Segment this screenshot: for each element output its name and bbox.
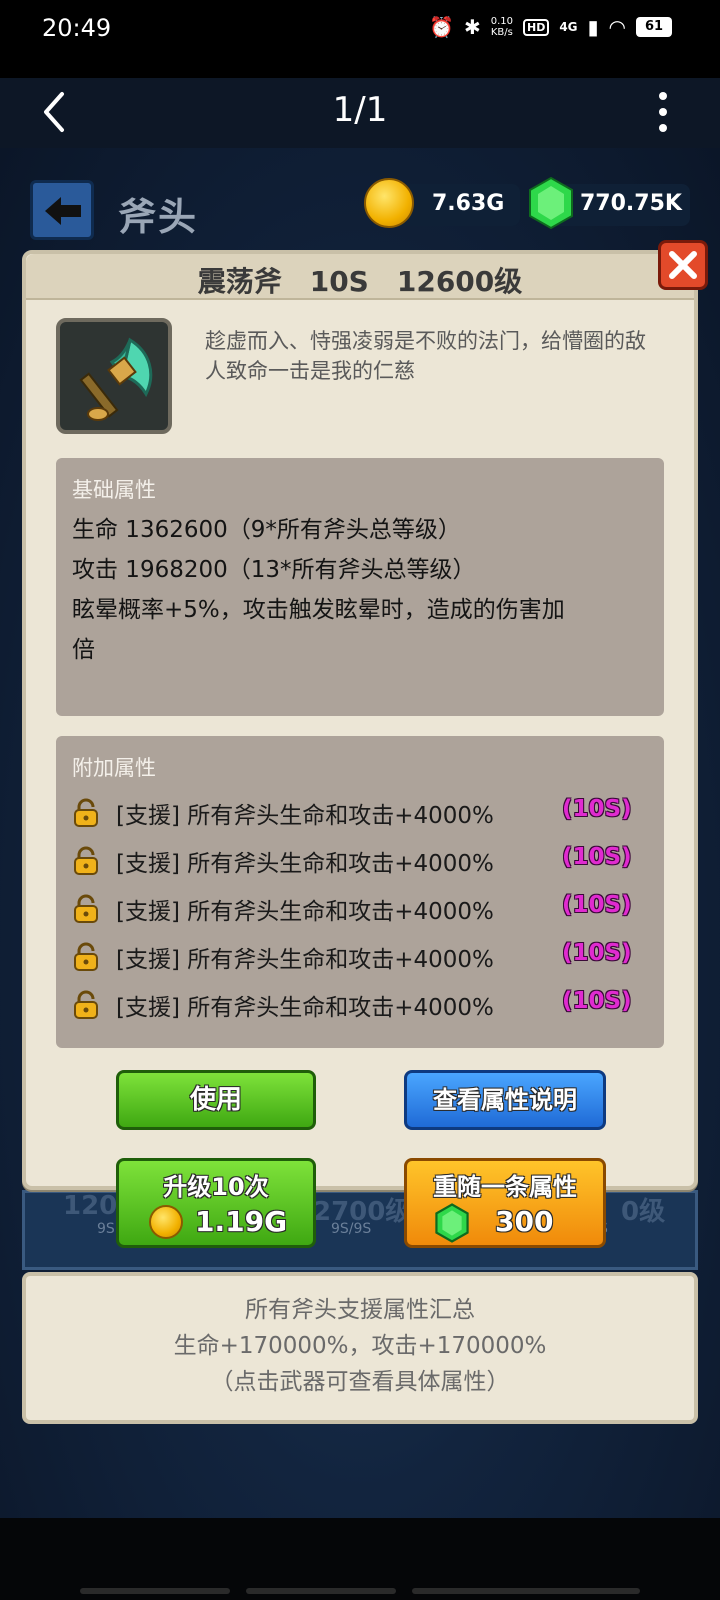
extra-stat-text: [支援] 所有斧头生命和攻击+4000% — [116, 947, 494, 973]
page-title: 斧头 — [118, 195, 199, 239]
gem-icon — [435, 1203, 469, 1243]
summary-hint: （点击武器可查看具体属性） — [210, 1369, 510, 1395]
stat-line: 倍 — [72, 637, 95, 663]
gem-counter: 770.75K — [529, 176, 690, 230]
wifi-icon: ◠ — [608, 15, 626, 39]
extra-stat-grade: (10S) — [562, 844, 632, 870]
upgrade-button[interactable]: 升级10次 1.19G — [116, 1158, 316, 1248]
extra-stat-text: [支援] 所有斧头生命和攻击+4000% — [116, 803, 494, 829]
network-speed-unit: KB/s — [490, 27, 513, 38]
use-button[interactable]: 使用 — [116, 1070, 316, 1130]
summary-title: 所有斧头支援属性汇总 — [245, 1297, 475, 1323]
weapon-description: 趁虚而入、恃强凌弱是不败的法门，给懵圈的敌人致命一击是我的仁慈 — [205, 329, 646, 383]
network-type: 4G — [559, 20, 578, 34]
hd-icon: HD — [522, 18, 550, 36]
gem-value: 770.75K — [580, 191, 682, 216]
dialog-header: 震荡斧 10S 12600级 — [26, 254, 694, 300]
bluetooth-icon: ✱ — [463, 15, 481, 39]
extra-stat-text: [支援] 所有斧头生命和攻击+4000% — [116, 899, 494, 925]
axe-icon — [79, 337, 153, 421]
extra-stat-grade: (10S) — [562, 796, 632, 822]
close-button[interactable] — [658, 240, 708, 290]
nav-indicator — [412, 1588, 640, 1594]
alarm-icon: ⏰ — [429, 15, 454, 39]
nav-indicator — [80, 1588, 230, 1594]
gold-value: 7.63G — [432, 191, 505, 216]
gold-coin-icon — [149, 1205, 183, 1239]
stat-line: 攻击 1968200（13*所有斧头总等级） — [72, 557, 476, 583]
stat-line: 眩晕概率+5%，攻击触发眩晕时，造成的伤害加 — [72, 597, 565, 623]
extra-stats-title: 附加属性 — [72, 756, 156, 780]
signal-icon: ▮ — [587, 15, 599, 39]
gold-counter: 7.63G — [364, 178, 520, 228]
more-options-icon[interactable] — [658, 92, 668, 132]
behind-sub-mid: 9S/9S — [331, 1221, 372, 1237]
extra-stats-panel: 附加属性 [支援] 所有斧头生命和攻击+4000% (10S) [支援] 所有斧… — [56, 736, 664, 1048]
view-attributes-button[interactable]: 查看属性说明 — [404, 1070, 606, 1130]
extra-stat-text: [支援] 所有斧头生命和攻击+4000% — [116, 995, 494, 1021]
extra-stat-row: [支援] 所有斧头生命和攻击+4000% (10S) — [72, 888, 652, 928]
status-time: 20:49 — [42, 14, 112, 42]
upgrade-label: 升级10次 — [163, 1173, 269, 1201]
behind-level-left: 120 — [63, 1191, 118, 1221]
stat-line: 生命 1362600（9*所有斧头总等级） — [72, 517, 461, 543]
extra-stat-row: [支援] 所有斧头生命和攻击+4000% (10S) — [72, 840, 652, 880]
extra-stat-grade: (10S) — [562, 988, 632, 1014]
summary-values: 生命+170000%，攻击+170000% — [173, 1333, 547, 1359]
lock-icon[interactable] — [72, 894, 100, 924]
lock-icon[interactable] — [72, 846, 100, 876]
weapon-icon[interactable] — [56, 318, 172, 434]
base-stats-panel: 基础属性 生命 1362600（9*所有斧头总等级） 攻击 1968200（13… — [56, 458, 664, 716]
lock-icon[interactable] — [72, 942, 100, 972]
gold-coin-icon — [364, 178, 414, 228]
battery-icon: 61 — [636, 17, 672, 37]
extra-stat-row: [支援] 所有斧头生命和攻击+4000% (10S) — [72, 984, 652, 1024]
extra-stat-text: [支援] 所有斧头生命和攻击+4000% — [116, 851, 494, 877]
reroll-attribute-button[interactable]: 重随一条属性 300 — [404, 1158, 606, 1248]
behind-level-right: 0级 — [621, 1197, 666, 1227]
reroll-label: 重随一条属性 — [433, 1173, 577, 1201]
page-indicator: 1/1 — [332, 90, 388, 130]
close-icon — [669, 251, 697, 279]
behind-sub-left: 9S — [97, 1221, 115, 1237]
left-arrow-icon — [45, 197, 81, 225]
game-back-button[interactable] — [30, 180, 94, 240]
network-speed: 0.10 KB/s — [491, 16, 513, 38]
base-stats-title: 基础属性 — [72, 478, 156, 502]
extra-stat-row: [支援] 所有斧头生命和攻击+4000% (10S) — [72, 792, 652, 832]
extra-stat-grade: (10S) — [562, 892, 632, 918]
upgrade-cost: 1.19G — [195, 1205, 288, 1238]
dialog-title: 震荡斧 10S 12600级 — [197, 265, 523, 298]
status-bar: 20:49 ⏰ ✱ 0.10 KB/s HD 4G ▮ ◠ 61 — [0, 0, 720, 78]
image-viewer-bar: 1/1 — [0, 78, 720, 148]
lock-icon[interactable] — [72, 990, 100, 1020]
reroll-cost: 300 — [495, 1205, 554, 1238]
extra-stat-grade: (10S) — [562, 940, 632, 966]
support-summary-panel[interactable]: 所有斧头支援属性汇总 生命+170000%，攻击+170000% （点击武器可查… — [22, 1272, 698, 1424]
lock-icon[interactable] — [72, 798, 100, 828]
network-speed-value: 0.10 — [490, 16, 513, 27]
gem-icon — [529, 176, 573, 230]
nav-indicator — [246, 1588, 396, 1594]
extra-stat-row: [支援] 所有斧头生命和攻击+4000% (10S) — [72, 936, 652, 976]
status-icons: ⏰ ✱ 0.10 KB/s HD 4G ▮ ◠ 61 — [429, 14, 672, 40]
